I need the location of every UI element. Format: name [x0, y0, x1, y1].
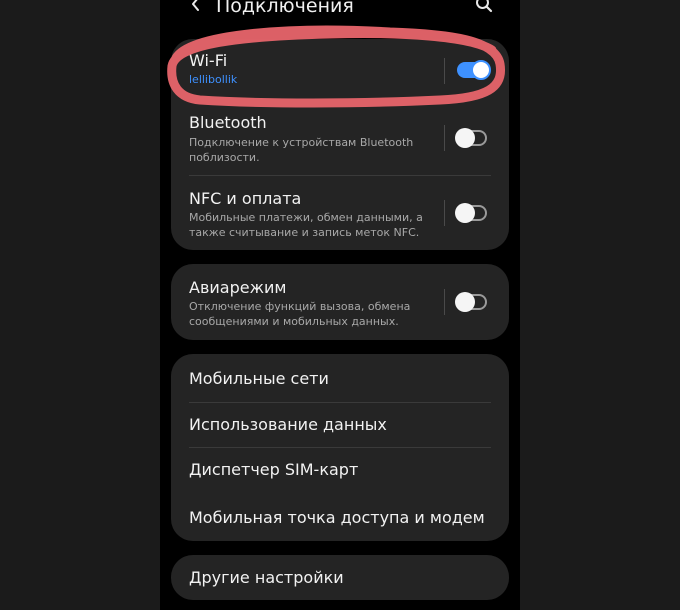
wifi-title: Wi-Fi [189, 51, 228, 70]
bluetooth-toggle[interactable] [455, 128, 487, 148]
wifi-toggle[interactable] [457, 60, 491, 80]
airplane-title: Авиарежим [189, 278, 287, 297]
hotspot-label: Мобильная точка доступа и модем [189, 508, 485, 527]
sim-manager-item[interactable]: Диспетчер SIM-карт [171, 448, 509, 494]
nfc-toggle[interactable] [455, 203, 487, 223]
bluetooth-toggle-knob [455, 128, 475, 148]
nfc-row[interactable]: NFC и оплата Мобильные платежи, обмен да… [171, 176, 509, 250]
nfc-title: NFC и оплата [189, 189, 302, 208]
data-usage-label: Использование данных [189, 415, 387, 434]
airplane-card: Авиарежим Отключение функций вызова, обм… [171, 264, 509, 340]
chevron-left-icon [192, 0, 199, 11]
mobile-networks-label: Мобильные сети [189, 369, 329, 388]
bluetooth-divider [444, 125, 445, 151]
bluetooth-subtitle: Подключение к устройствам Bluetooth побл… [189, 136, 414, 164]
more-card: Другие настройки [171, 555, 509, 600]
airplane-toggle[interactable] [455, 292, 487, 312]
back-button[interactable] [184, 0, 208, 18]
mobile-networks-item[interactable]: Мобильные сети [171, 354, 509, 402]
nfc-divider [444, 200, 445, 226]
airplane-divider [444, 289, 445, 315]
top-app-bar: Подключения [160, 0, 520, 22]
data-usage-item[interactable]: Использование данных [171, 403, 509, 447]
search-button[interactable] [470, 0, 498, 18]
connections-card: Wi-Fi lellibollik Bluetooth Подключение … [171, 39, 509, 250]
hotspot-item[interactable]: Мобильная точка доступа и модем [171, 494, 509, 541]
airplane-row[interactable]: Авиарежим Отключение функций вызова, обм… [171, 264, 509, 340]
more-settings-label: Другие настройки [189, 568, 344, 587]
search-icon [476, 0, 493, 13]
nfc-subtitle: Мобильные платежи, обмен данными, а такж… [189, 211, 423, 239]
airplane-toggle-knob [455, 292, 475, 312]
sim-manager-label: Диспетчер SIM-карт [189, 460, 359, 479]
bluetooth-row[interactable]: Bluetooth Подключение к устройствам Blue… [171, 101, 509, 174]
bluetooth-title: Bluetooth [189, 113, 267, 132]
wifi-divider [444, 58, 445, 84]
network-card: Мобильные сети Использование данных Дисп… [171, 354, 509, 541]
page-title: Подключения [216, 0, 354, 17]
phone-screen: Подключения Wi-Fi lellibollik Bluetooth … [160, 0, 520, 610]
nfc-toggle-knob [455, 203, 475, 223]
wifi-network-name: lellibollik [189, 73, 238, 86]
airplane-subtitle: Отключение функций вызова, обмена сообще… [189, 300, 411, 328]
more-settings-item[interactable]: Другие настройки [171, 555, 509, 600]
wifi-row[interactable]: Wi-Fi lellibollik [171, 39, 509, 101]
wifi-toggle-knob [471, 60, 491, 80]
